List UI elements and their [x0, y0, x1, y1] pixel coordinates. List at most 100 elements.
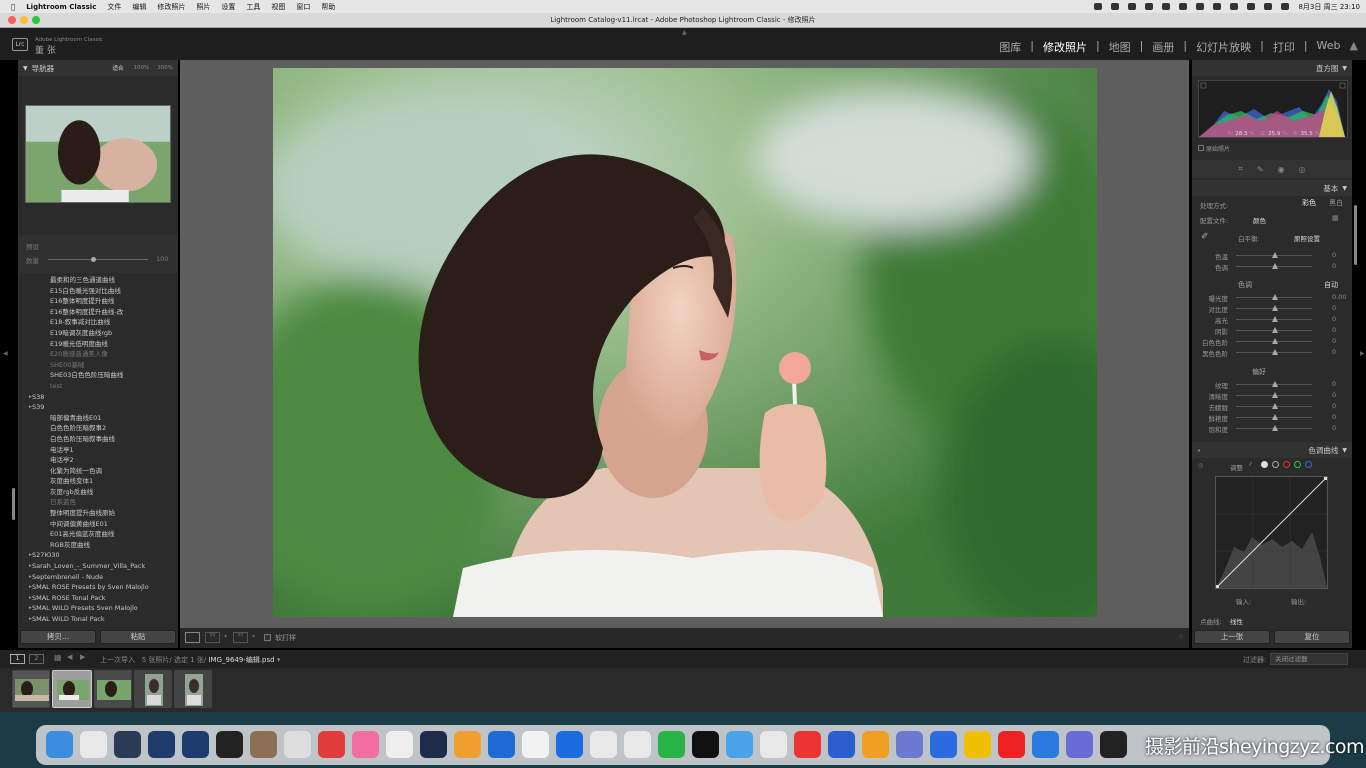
status-icon[interactable]	[1213, 3, 1222, 10]
dock-app-icon[interactable]	[964, 731, 991, 758]
histogram-header[interactable]: 直方图 ▼	[1192, 60, 1352, 76]
secondary-window-icon[interactable]: 2	[29, 654, 44, 664]
preset-folder[interactable]: S38	[18, 392, 178, 403]
zoom-window-button[interactable]	[32, 16, 40, 24]
preset-folder[interactable]: Sarah_Loven_-_Summer_Villa_Pack	[18, 561, 178, 572]
dock-app-icon[interactable]	[182, 731, 209, 758]
dock-app-icon[interactable]	[1032, 731, 1059, 758]
basic-header[interactable]: 基本 ▼	[1192, 180, 1352, 196]
preset-item[interactable]: test	[18, 381, 178, 392]
point-curve-dropdown[interactable]: 线性	[1230, 616, 1243, 626]
slider-value[interactable]: 0	[1332, 402, 1336, 410]
preset-item[interactable]: 最柔和的三色通道曲线	[18, 275, 178, 286]
module-map[interactable]: 地图	[1109, 39, 1131, 55]
preset-item[interactable]: E16整体明度提升曲线	[18, 296, 178, 307]
primary-window-icon[interactable]: 1	[10, 654, 25, 664]
module-library[interactable]: 图库	[999, 39, 1021, 55]
preset-item[interactable]: 白色色阶压暗叙事曲线	[18, 434, 178, 445]
zoom-100[interactable]: 100%	[134, 65, 150, 71]
dock-app-icon[interactable]	[624, 731, 651, 758]
apple-icon[interactable]: 	[11, 3, 15, 11]
preset-item[interactable]: 暗部偏青曲线E01	[18, 413, 178, 424]
zoom-300[interactable]: 300%	[157, 65, 173, 71]
red-eye-icon[interactable]: ◉	[1278, 165, 1285, 174]
dock-app-icon[interactable]	[114, 731, 141, 758]
slider-row[interactable]: 鲜艳度 0	[1192, 412, 1352, 423]
dock-app-icon[interactable]	[284, 731, 311, 758]
slider-row[interactable]: 饱和度 0	[1192, 423, 1352, 434]
soft-proof-checkbox[interactable]	[264, 634, 271, 641]
filmstrip-thumbnail[interactable]	[94, 670, 132, 708]
slider-value[interactable]: 0	[1332, 348, 1336, 356]
dock-app-icon[interactable]	[828, 731, 855, 758]
minimize-window-button[interactable]	[20, 16, 28, 24]
collapse-top-icon[interactable]: ▲	[682, 29, 687, 36]
module-book[interactable]: 画册	[1152, 39, 1174, 55]
slider-value[interactable]: 0.00	[1332, 293, 1346, 301]
toolbar-menu-icon[interactable]: ◇	[1178, 633, 1183, 640]
dock-app-icon[interactable]	[522, 731, 549, 758]
status-icon[interactable]	[1162, 3, 1171, 10]
dock-app-icon[interactable]	[216, 731, 243, 758]
luminance-channel-dot[interactable]	[1272, 461, 1279, 468]
left-scrollbar[interactable]	[12, 488, 15, 520]
slider-row[interactable]: 阴影 0	[1192, 325, 1352, 336]
module-expand-icon[interactable]: ▲	[1350, 39, 1358, 55]
wb-dropdown[interactable]: 原照设置	[1294, 233, 1320, 243]
slider-value[interactable]: 0	[1332, 337, 1336, 345]
dock-app-icon[interactable]	[148, 731, 175, 758]
menu-window[interactable]: 窗口	[296, 2, 310, 12]
preset-item[interactable]: E01高光偏蓝灰度曲线	[18, 529, 178, 540]
filmstrip-thumbnail[interactable]	[12, 670, 50, 708]
status-icon[interactable]	[1196, 3, 1205, 10]
preset-item[interactable]: E19暖光低明度曲线	[18, 339, 178, 350]
slider-value[interactable]: 0	[1332, 391, 1336, 399]
slider-row[interactable]: 清晰度 0	[1192, 390, 1352, 401]
filmstrip-thumbnail-selected[interactable]	[52, 670, 92, 708]
slider-row[interactable]: 色温 0	[1192, 250, 1352, 261]
dock-app-icon[interactable]	[930, 731, 957, 758]
preset-folder[interactable]: SMAL WILD Presets Sven Malojlo	[18, 603, 178, 614]
right-scrollbar[interactable]	[1354, 205, 1357, 265]
slider-value[interactable]: 0	[1332, 326, 1336, 334]
menubar-clock[interactable]: 8月3日 周三 23:10	[1298, 2, 1360, 12]
preset-folder[interactable]: SMAL ROSE Presets by Sven Malojlo	[18, 582, 178, 593]
swap-view-icon[interactable]: YY	[233, 632, 248, 643]
dock-app-icon[interactable]	[862, 731, 889, 758]
dock-app-icon[interactable]	[590, 731, 617, 758]
dock-app-icon[interactable]	[794, 731, 821, 758]
dock-app-icon[interactable]	[998, 731, 1025, 758]
menu-app-name[interactable]: Lightroom Classic	[26, 3, 96, 11]
original-photo-checkbox[interactable]	[1198, 145, 1204, 151]
preset-item[interactable]: SHE03白色色阶压暗曲线	[18, 370, 178, 381]
module-develop[interactable]: 修改照片	[1043, 39, 1087, 55]
dock-app-icon[interactable]	[250, 731, 277, 758]
main-photo[interactable]	[273, 68, 1097, 617]
chevron-down-icon[interactable]: ▾	[252, 633, 255, 640]
preset-item[interactable]: 灰度曲线变体1	[18, 476, 178, 487]
dock-app-icon[interactable]	[760, 731, 787, 758]
dock-app-icon[interactable]	[896, 731, 923, 758]
treatment-color-button[interactable]: 彩色	[1302, 198, 1316, 208]
volume-icon[interactable]	[1230, 3, 1239, 10]
filmstrip-source-info[interactable]: 上一次导入 5 张照片/ 选定 1 张/ IMG_9649-编辑.psd ▾	[100, 655, 280, 665]
close-window-button[interactable]	[8, 16, 16, 24]
preset-folder[interactable]: Septembrenell - Nude	[18, 572, 178, 583]
preset-item[interactable]: 电话亭1	[18, 445, 178, 456]
module-print[interactable]: 打印	[1273, 39, 1295, 55]
zoom-fit[interactable]: 适合	[113, 64, 124, 72]
grid-view-icon[interactable]: ▦	[54, 653, 62, 662]
auto-tone-button[interactable]: 自动	[1324, 280, 1338, 290]
red-channel-dot[interactable]	[1283, 461, 1290, 468]
menu-settings[interactable]: 设置	[221, 2, 235, 12]
dock-app-icon[interactable]	[46, 731, 73, 758]
preset-item[interactable]: 日系蓝色	[18, 497, 178, 508]
before-after-icon[interactable]: YY	[205, 632, 220, 643]
slider-value[interactable]: 0	[1332, 262, 1336, 270]
dock-app-icon[interactable]	[80, 731, 107, 758]
preset-item[interactable]: E20质感普通美人像	[18, 349, 178, 360]
paste-settings-button[interactable]: 粘贴	[100, 630, 176, 644]
module-web[interactable]: Web	[1317, 39, 1341, 55]
slider-value[interactable]: 0	[1332, 304, 1336, 312]
status-icon[interactable]	[1111, 3, 1120, 10]
